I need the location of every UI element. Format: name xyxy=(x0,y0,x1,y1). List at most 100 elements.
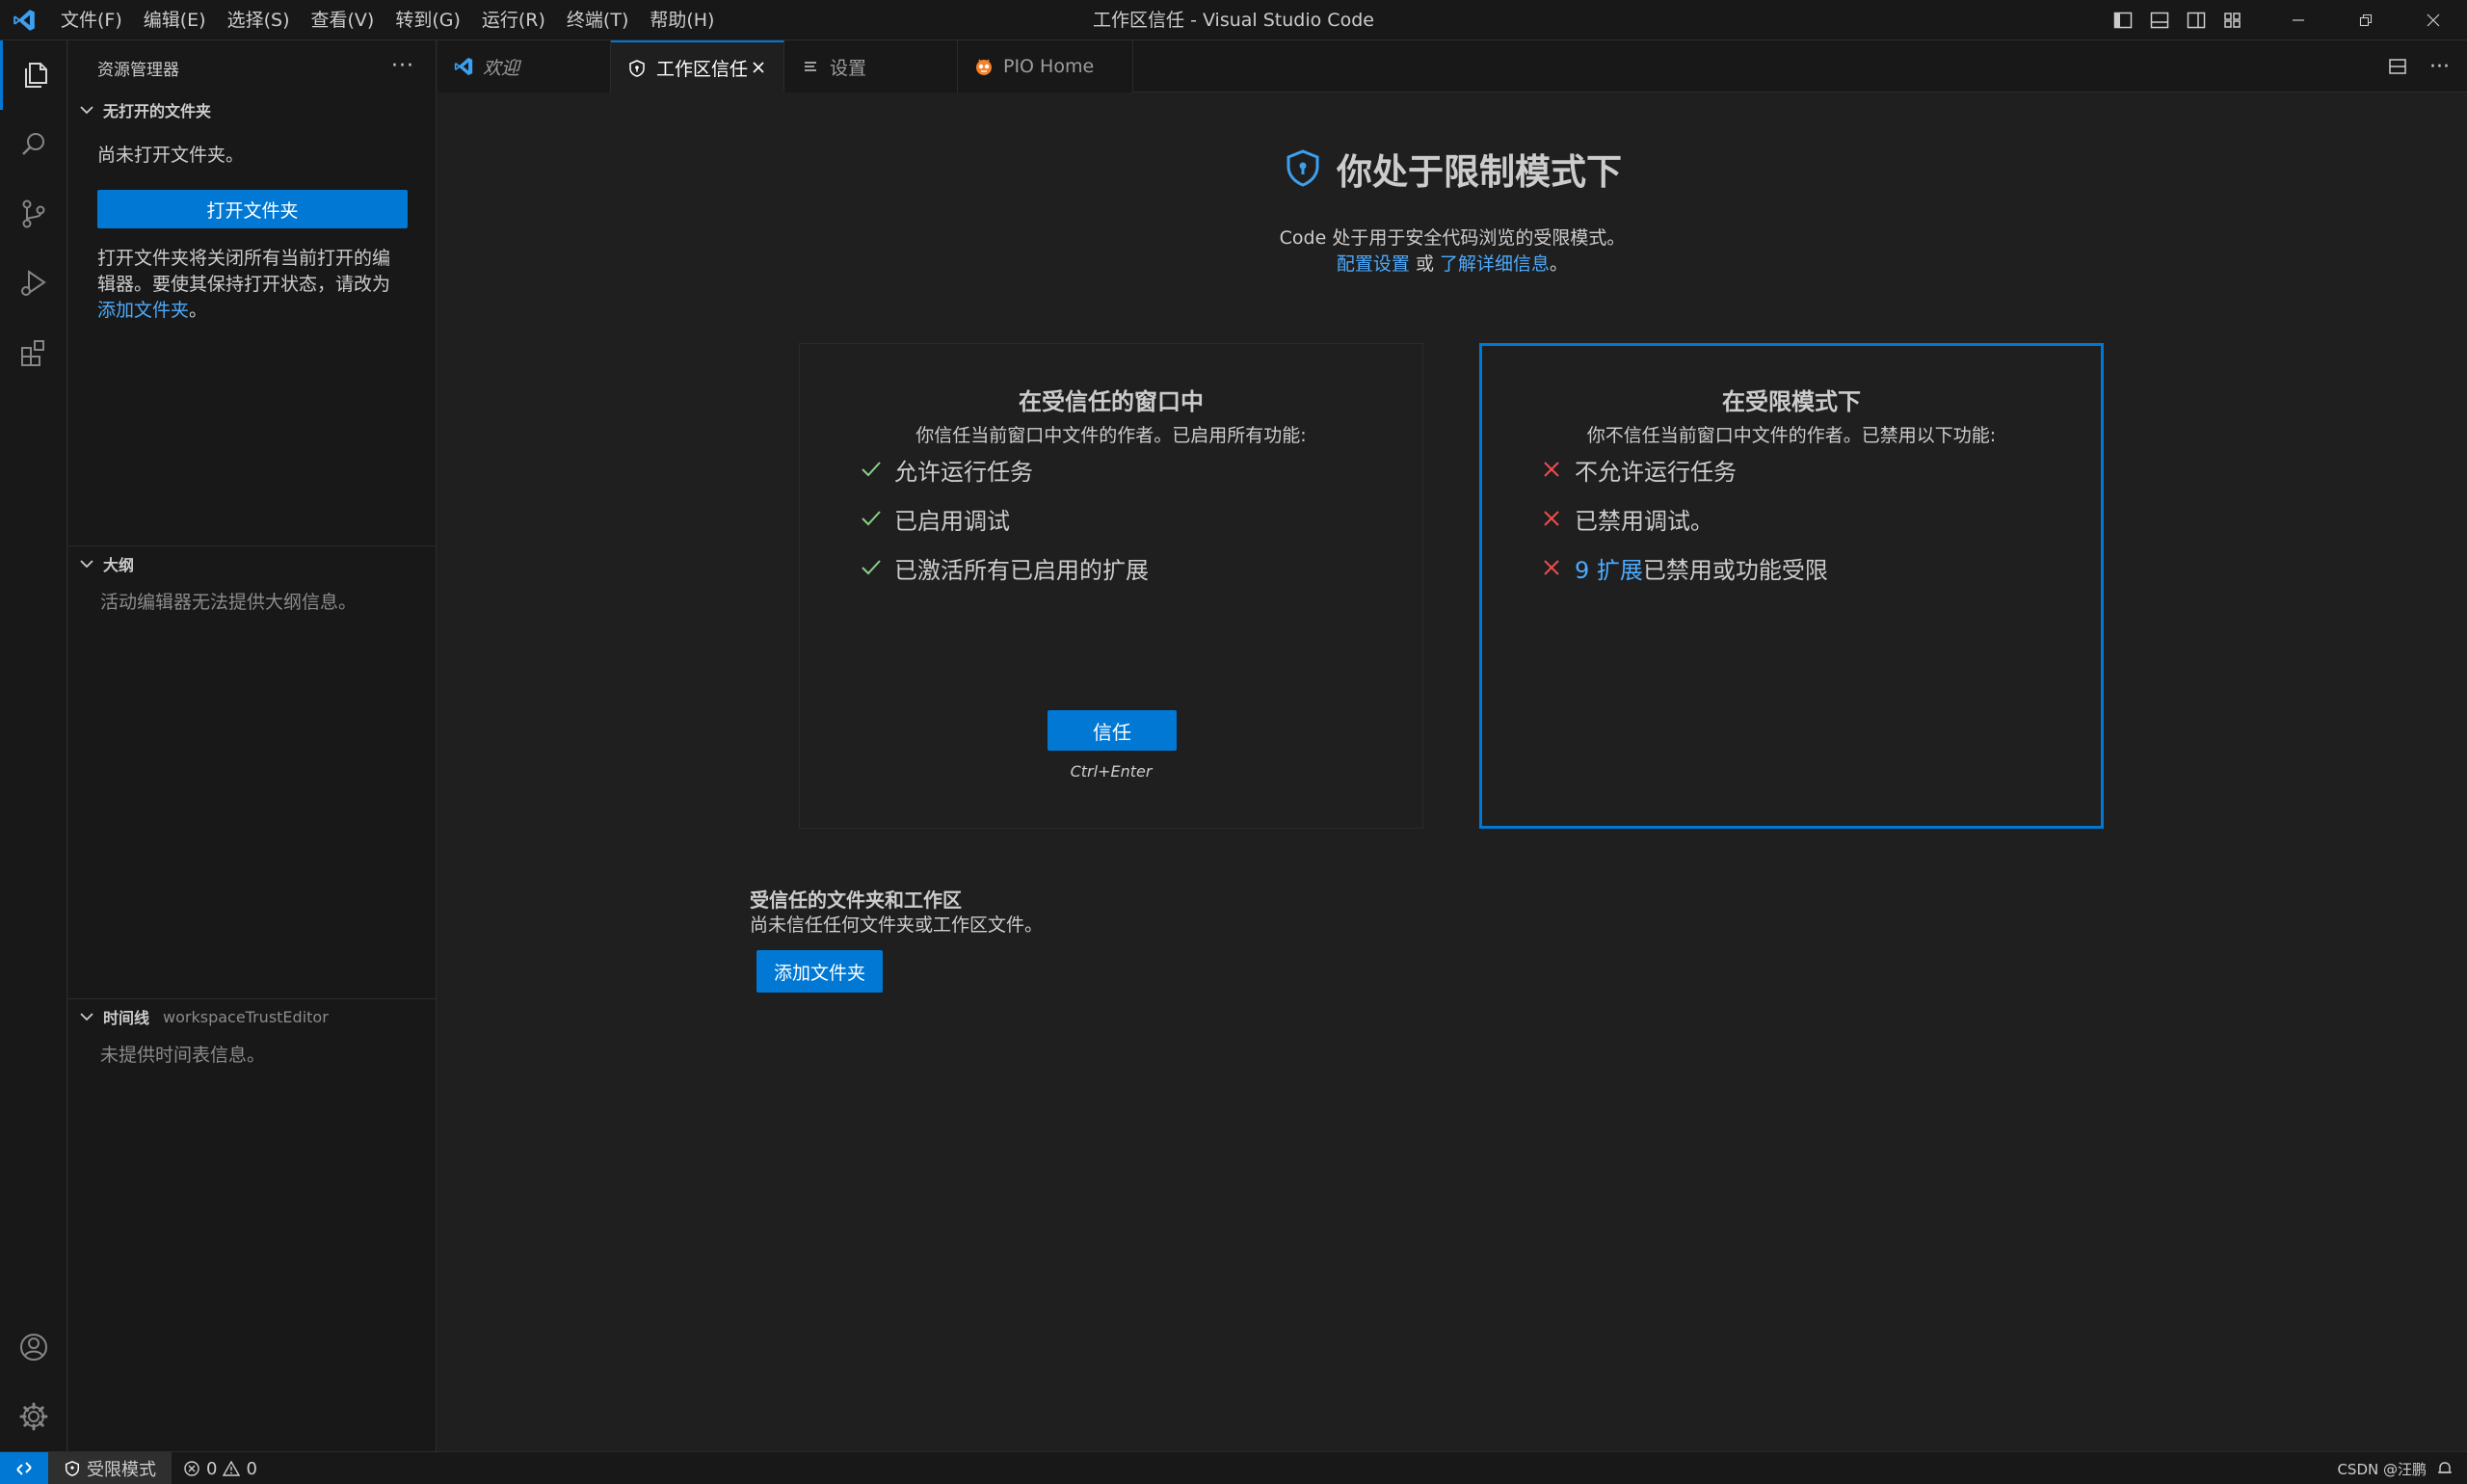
tab-welcome[interactable]: 欢迎 xyxy=(438,40,611,93)
trust-heading: 你处于限制模式下 xyxy=(438,143,2467,195)
activity-run-debug[interactable] xyxy=(0,249,67,318)
open-folder-button[interactable]: 打开文件夹 xyxy=(97,190,408,228)
restricted-mode-indicator[interactable]: 受限模式 xyxy=(48,1452,172,1484)
menu-terminal[interactable]: 终端(T) xyxy=(556,0,639,40)
activity-search[interactable] xyxy=(0,110,67,179)
no-folder-note-line2: 辑器。要使其保持打开状态，请改为 xyxy=(97,274,391,295)
tab-settings[interactable]: 设置 xyxy=(784,40,958,93)
section-no-folder-header[interactable]: 无打开的文件夹 xyxy=(68,93,437,127)
split-editor-icon[interactable] xyxy=(2387,56,2408,77)
cross-icon xyxy=(1538,505,1565,532)
menu-go[interactable]: 转到(G) xyxy=(385,0,471,40)
close-icon[interactable] xyxy=(747,56,770,79)
menu-run[interactable]: 运行(R) xyxy=(471,0,556,40)
no-folder-message: 尚未打开文件夹。 xyxy=(97,145,245,166)
menu-bar: 文件(F) 编辑(E) 选择(S) 查看(V) 转到(G) 运行(R) 终端(T… xyxy=(50,0,725,40)
timeline-message: 未提供时间表信息。 xyxy=(100,1045,266,1066)
title-actions xyxy=(2105,0,2467,40)
add-folder-button[interactable]: 添加文件夹 xyxy=(756,950,883,993)
menu-edit[interactable]: 编辑(E) xyxy=(133,0,217,40)
trust-links-period: 。 xyxy=(1550,253,1569,275)
configure-settings-link[interactable]: 配置设置 xyxy=(1337,253,1410,275)
customize-layout-button[interactable] xyxy=(2215,0,2251,40)
restricted-card-subtitle: 你不信任当前窗口中文件的作者。已禁用以下功能: xyxy=(1586,425,1997,446)
activity-source-control[interactable] xyxy=(0,179,67,249)
activity-manage[interactable] xyxy=(0,1382,67,1451)
cross-icon xyxy=(1538,554,1565,581)
menu-help[interactable]: 帮助(H) xyxy=(639,0,725,40)
shield-icon xyxy=(626,58,648,79)
minimize-button[interactable] xyxy=(2265,0,2332,40)
panel-bottom-icon xyxy=(2150,12,2169,29)
tab-workspace-trust[interactable]: 工作区信任 xyxy=(611,40,784,93)
chevron-down-icon xyxy=(80,1013,93,1021)
restricted-feature-label: 已禁用或功能受限 xyxy=(1642,556,1828,584)
problems-indicator[interactable]: 0 0 xyxy=(183,1452,257,1484)
sidebar-left-icon xyxy=(2113,12,2133,29)
remote-indicator[interactable] xyxy=(0,1452,48,1484)
sidebar-right-icon xyxy=(2187,12,2206,29)
restricted-feature: 已禁用调试。 xyxy=(1538,501,1713,536)
trust-links: 配置设置 或 了解详细信息。 xyxy=(438,250,2467,276)
section-outline-title: 大纲 xyxy=(103,556,135,574)
warning-count: 0 xyxy=(246,1458,257,1479)
toggle-primary-sidebar-button[interactable] xyxy=(2105,0,2141,40)
vscode-logo-icon xyxy=(13,10,35,31)
extensions-icon xyxy=(21,340,44,366)
menu-view[interactable]: 查看(V) xyxy=(301,0,385,40)
trusted-folders-message: 尚未信任任何文件夹或工作区文件。 xyxy=(750,914,1044,936)
tab-label: PIO Home xyxy=(1003,56,1095,77)
tab-pio-home[interactable]: PIO Home xyxy=(958,40,1133,93)
run-debug-icon xyxy=(21,270,46,296)
error-icon xyxy=(184,1461,199,1476)
check-icon xyxy=(858,505,885,532)
account-icon xyxy=(20,1334,47,1361)
extensions-link[interactable]: 9 扩展 xyxy=(1575,551,1643,585)
platformio-icon xyxy=(973,56,995,77)
restricted-feature: 9 扩展 已禁用或功能受限 xyxy=(1538,550,1828,585)
toggle-panel-button[interactable] xyxy=(2141,0,2178,40)
restore-button[interactable] xyxy=(2332,0,2400,40)
explorer-sidebar: 资源管理器 ··· 无打开的文件夹 尚未打开文件夹。 打开文件夹 打开文件夹将关… xyxy=(68,40,437,1451)
section-outline-header[interactable]: 大纲 xyxy=(68,546,437,581)
activity-accounts[interactable] xyxy=(0,1312,67,1382)
more-actions-icon[interactable]: ··· xyxy=(391,54,414,78)
trusted-feature: 已激活所有已启用的扩展 xyxy=(858,550,1149,585)
toggle-secondary-sidebar-button[interactable] xyxy=(2178,0,2215,40)
section-timeline-header[interactable]: 时间线 workspaceTrustEditor xyxy=(68,999,437,1034)
activity-explorer[interactable] xyxy=(0,40,67,110)
warning-icon xyxy=(223,1460,241,1476)
add-folder-link[interactable]: 添加文件夹 xyxy=(97,300,189,321)
trusted-feature-label: 已启用调试 xyxy=(894,507,1010,535)
layout-icon xyxy=(2224,13,2241,28)
menu-selection[interactable]: 选择(S) xyxy=(217,0,301,40)
files-icon xyxy=(24,63,47,88)
tab-label: 欢迎 xyxy=(483,57,520,79)
close-window-button[interactable] xyxy=(2400,0,2467,40)
chevron-down-icon xyxy=(80,560,93,569)
activity-bar xyxy=(0,40,67,1451)
notifications-icon[interactable] xyxy=(2436,1460,2454,1477)
trust-title-text: 你处于限制模式下 xyxy=(1337,151,1622,193)
title-bar: 文件(F) 编辑(E) 选择(S) 查看(V) 转到(G) 运行(R) 终端(T… xyxy=(0,0,2467,40)
more-actions-icon[interactable]: ··· xyxy=(2429,55,2450,79)
trust-links-or: 或 xyxy=(1409,253,1441,275)
restricted-mode-card[interactable]: 在受限模式下 你不信任当前窗口中文件的作者。已禁用以下功能: 不允许运行任务 已… xyxy=(1479,343,2104,829)
trusted-feature: 已启用调试 xyxy=(858,501,1010,536)
trusted-card-subtitle: 你信任当前窗口中文件的作者。已启用所有功能: xyxy=(915,425,1307,446)
no-folder-note-line1: 打开文件夹将关闭所有当前打开的编 xyxy=(97,248,391,269)
activity-extensions[interactable] xyxy=(0,318,67,387)
no-folder-note: 打开文件夹将关闭所有当前打开的编 辑器。要使其保持打开状态，请改为 添加文件夹。 xyxy=(97,246,415,324)
restore-icon xyxy=(2359,13,2373,27)
editor-actions: ··· xyxy=(2387,40,2450,93)
trusted-feature-label: 允许运行任务 xyxy=(894,458,1033,486)
menu-file[interactable]: 文件(F) xyxy=(50,0,133,40)
status-right: CSDN @汪鹏 xyxy=(2337,1452,2454,1484)
outline-message: 活动编辑器无法提供大纲信息。 xyxy=(100,592,358,613)
no-folder-note-end: 。 xyxy=(189,300,208,321)
remote-icon xyxy=(16,1462,32,1475)
learn-more-link[interactable]: 了解详细信息 xyxy=(1440,253,1550,275)
error-count: 0 xyxy=(206,1458,218,1479)
trust-button[interactable]: 信任 xyxy=(1048,710,1177,751)
trusted-window-card[interactable]: 在受信任的窗口中 你信任当前窗口中文件的作者。已启用所有功能: 允许运行任务 已… xyxy=(799,343,1423,829)
